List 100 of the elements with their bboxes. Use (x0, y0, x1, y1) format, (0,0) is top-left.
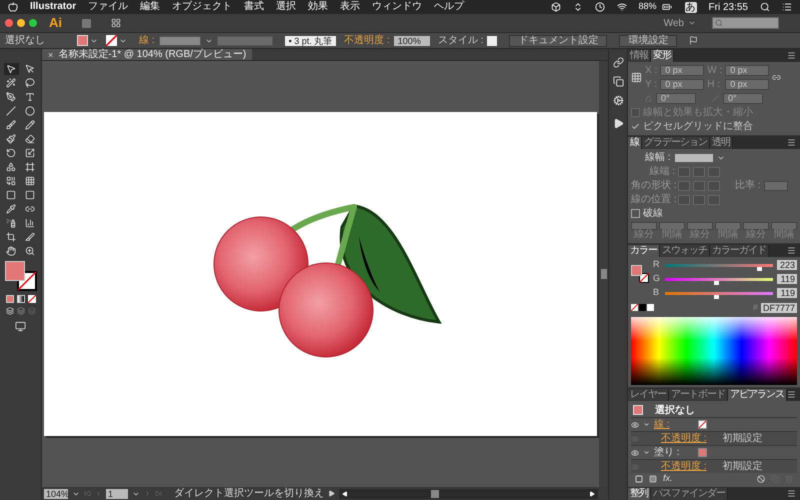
swatch[interactable] (647, 304, 654, 312)
checkbox[interactable] (631, 108, 640, 117)
brush-dropdown[interactable]: • 3 pt. 丸筆 (284, 36, 336, 46)
panel-tab[interactable]: スウォッチ (660, 245, 710, 257)
menu-item[interactable]: 効果 (308, 1, 328, 13)
stroke-swatch[interactable] (106, 35, 117, 46)
gradient-mode-button[interactable] (16, 295, 24, 303)
panel-tab[interactable]: 整列 (628, 488, 651, 500)
new-fill-icon[interactable] (649, 475, 657, 483)
menu-item[interactable]: ヘルプ (434, 1, 464, 13)
swatch[interactable] (639, 304, 646, 312)
screen-mode-icon[interactable] (15, 321, 26, 332)
fill-swatch[interactable] (4, 261, 24, 281)
vertical-scrollbar[interactable] (599, 61, 608, 487)
wifi-icon[interactable] (616, 2, 627, 12)
tool-button[interactable] (4, 63, 18, 75)
gears-icon[interactable] (612, 95, 624, 106)
menu-item[interactable]: オブジェクト (172, 1, 232, 13)
constrain-icon[interactable] (772, 73, 782, 82)
flag-icon[interactable] (689, 36, 698, 45)
panel-tab[interactable]: 情報 (628, 50, 651, 62)
tool-button[interactable] (4, 77, 18, 89)
tool-button[interactable] (22, 231, 38, 243)
scroll-thumb[interactable] (431, 490, 439, 498)
tool-button[interactable] (22, 77, 38, 89)
dash-field[interactable] (631, 222, 657, 230)
new-stroke-icon[interactable] (635, 475, 643, 483)
slider-thumb[interactable] (714, 280, 719, 284)
scroll-thumb[interactable] (600, 269, 606, 279)
checkbox[interactable] (631, 122, 640, 131)
box-icon[interactable] (550, 2, 561, 12)
panel-tab[interactable]: グラデーション (642, 137, 710, 149)
panel-tab[interactable]: アートボード (669, 389, 728, 401)
menu-item[interactable]: Illustrator (30, 1, 76, 13)
menu-item[interactable]: ファイル (88, 1, 128, 13)
fill-swatch[interactable] (698, 448, 707, 457)
close-window-icon[interactable] (5, 19, 13, 27)
style-swatch[interactable] (487, 36, 498, 46)
toolbar-button[interactable]: ドキュメント設定 (509, 34, 608, 46)
none-swatch[interactable] (631, 304, 638, 312)
toolbar-button[interactable]: 環境設定 (619, 34, 678, 46)
dash-field[interactable] (687, 222, 713, 230)
channel-value[interactable]: 119 (777, 288, 797, 298)
none-mode-button[interactable] (28, 295, 36, 303)
panel-tab[interactable]: アピアランス (728, 389, 787, 401)
caret-icon[interactable] (688, 19, 696, 27)
channel-value[interactable]: 119 (777, 274, 797, 284)
panel-menu-icon[interactable] (787, 246, 796, 255)
reference-point-icon[interactable] (631, 72, 642, 83)
stack-icon[interactable] (612, 76, 624, 87)
tool-button[interactable] (4, 119, 18, 131)
slider-thumb[interactable] (756, 266, 762, 270)
stroke-swatch[interactable] (698, 420, 707, 429)
draw-mode-icon[interactable] (16, 307, 24, 315)
appearance-row[interactable]: 不透明度 : 初期設定 (631, 459, 797, 473)
clear-icon[interactable] (757, 475, 765, 483)
minimize-window-icon[interactable] (17, 19, 25, 27)
scroll-left-icon[interactable] (342, 490, 348, 496)
apple-icon[interactable] (8, 2, 18, 12)
panel-menu-icon[interactable] (787, 51, 796, 60)
workspace-switcher[interactable]: Web (664, 16, 684, 30)
stroke-weight-field[interactable] (158, 36, 201, 46)
play-icon[interactable] (328, 490, 335, 497)
panel-menu-icon[interactable] (787, 489, 796, 498)
tool-button[interactable] (4, 133, 18, 145)
dashed-checkbox[interactable] (631, 209, 640, 218)
panel-tab[interactable]: 透明 (710, 137, 733, 149)
menu-item[interactable]: 編集 (140, 1, 160, 13)
tool-button[interactable] (4, 231, 18, 243)
input-mode[interactable]: あ (684, 2, 697, 12)
slider-thumb[interactable] (714, 294, 719, 298)
color-spectrum[interactable] (631, 316, 797, 385)
panel-menu-icon[interactable] (787, 138, 796, 147)
stroke-swatch[interactable] (639, 273, 649, 283)
maximize-window-icon[interactable] (29, 19, 37, 27)
search-icon[interactable] (760, 2, 770, 12)
panel-tab[interactable]: レイヤー (628, 389, 669, 401)
search-field[interactable] (712, 17, 779, 29)
tool-button[interactable] (4, 245, 18, 257)
panel-tab[interactable]: 変形 (651, 50, 674, 62)
dash-field[interactable] (743, 222, 769, 230)
limit-field[interactable] (764, 180, 788, 190)
panel-tab[interactable]: 線 (628, 137, 642, 149)
menu-item[interactable]: 選択 (276, 1, 296, 13)
panel-tab[interactable]: カラーガイド (710, 245, 769, 257)
arrows-icon[interactable] (572, 2, 583, 12)
scroll-right-icon[interactable] (589, 490, 595, 496)
dash-field[interactable] (715, 222, 741, 230)
appearance-row[interactable]: 線 : (631, 417, 797, 431)
dash-field[interactable] (771, 222, 797, 230)
menu-item[interactable]: 表示 (340, 1, 360, 13)
stroke-weight-field[interactable] (674, 152, 714, 162)
tool-button[interactable] (22, 119, 38, 131)
battery-icon[interactable] (660, 2, 673, 12)
dash-field[interactable] (659, 222, 685, 230)
tool-button[interactable] (22, 161, 38, 173)
clock[interactable]: Fri 23:55 (708, 0, 748, 14)
tool-button[interactable] (4, 105, 18, 117)
play-icon[interactable] (612, 118, 624, 129)
panel-menu-icon[interactable] (787, 390, 796, 399)
